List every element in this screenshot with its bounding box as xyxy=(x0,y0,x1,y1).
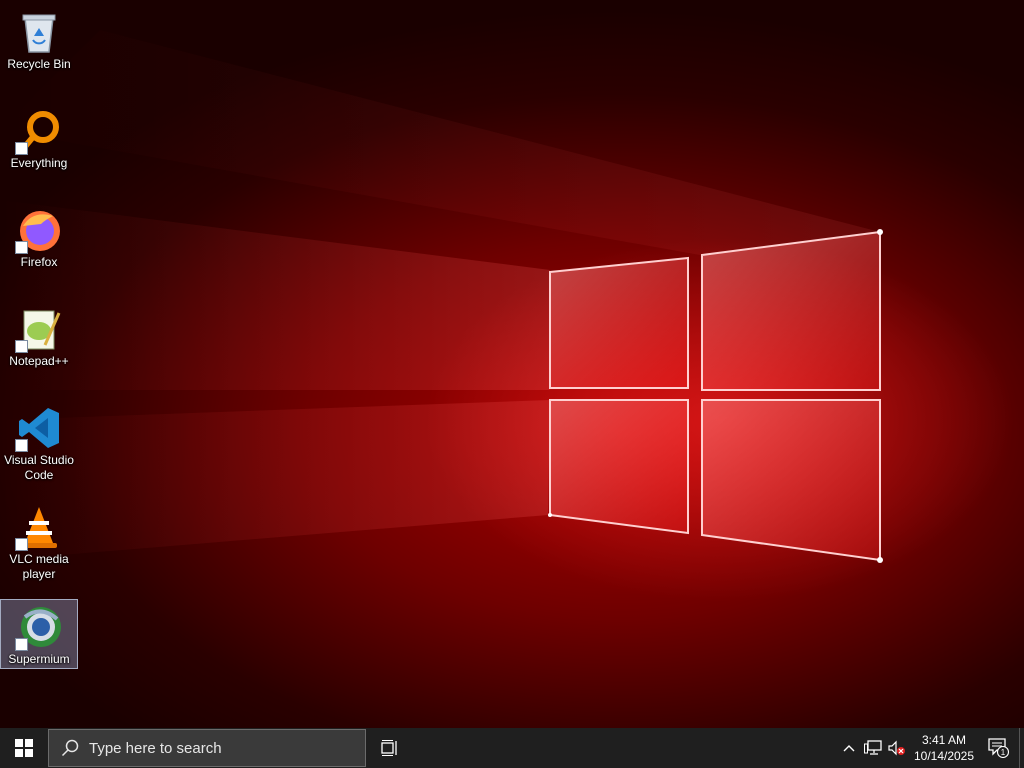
action-center-button[interactable]: 1 xyxy=(979,728,1019,768)
windows-logo-icon xyxy=(15,739,33,757)
desktop-icon-label: Visual Studio Code xyxy=(4,453,74,482)
clock-date: 10/14/2025 xyxy=(913,749,975,763)
show-hidden-icons-button[interactable] xyxy=(837,728,861,768)
desktop-icon-notepad-plus-plus[interactable]: Notepad++ xyxy=(0,301,78,371)
clock-time: 3:41 AM xyxy=(921,733,967,747)
shortcut-arrow-icon xyxy=(15,340,28,353)
show-desktop-button[interactable] xyxy=(1019,728,1024,768)
taskbar-search-box[interactable]: Type here to search xyxy=(48,729,366,767)
desktop-icon-label: Notepad++ xyxy=(9,354,69,368)
desktop-icon-vscode[interactable]: Visual Studio Code xyxy=(0,400,78,482)
volume-muted-icon xyxy=(888,740,905,756)
chevron-up-icon xyxy=(843,745,855,752)
desktop-icon-vlc[interactable]: VLC media player xyxy=(0,499,78,581)
shortcut-arrow-icon xyxy=(15,538,28,551)
shortcut-arrow-icon xyxy=(15,439,28,452)
task-view-button[interactable] xyxy=(366,728,414,768)
notification-icon: 1 xyxy=(988,738,1010,758)
network-status-button[interactable] xyxy=(861,728,885,768)
desktop-icon-label: VLC media player xyxy=(9,552,69,581)
taskbar-clock[interactable]: 3:41 AM 10/14/2025 xyxy=(909,728,979,768)
start-button[interactable] xyxy=(0,728,48,768)
search-placeholder: Type here to search xyxy=(89,739,222,757)
desktop-icon-label: Recycle Bin xyxy=(7,57,71,71)
system-tray: 3:41 AM 10/14/2025 1 xyxy=(837,728,1024,768)
desktop-icon-firefox[interactable]: Firefox xyxy=(0,202,78,272)
desktop-icon-everything[interactable]: Everything xyxy=(0,103,78,173)
desktop-icon-label: Firefox xyxy=(20,255,58,269)
desktop-icon-label: Everything xyxy=(10,156,68,170)
notification-count-badge: 1 xyxy=(1001,748,1006,757)
task-view-icon xyxy=(381,740,397,756)
desktop[interactable]: Recycle Bin Everything Firefox Notepad++… xyxy=(0,0,1024,728)
shortcut-arrow-icon xyxy=(15,142,28,155)
desktop-icon-label: Supermium xyxy=(8,652,70,666)
windows-logo-wallpaper xyxy=(0,30,883,563)
shortcut-arrow-icon xyxy=(15,241,28,254)
volume-button[interactable] xyxy=(885,728,909,768)
taskbar: Type here to search 3:41 AM 10/14/2025 1 xyxy=(0,728,1024,768)
search-icon xyxy=(61,739,79,757)
recycle-bin-icon xyxy=(22,14,56,53)
desktop-icon-recycle-bin[interactable]: Recycle Bin xyxy=(0,4,78,74)
desktop-icon-supermium[interactable]: Supermium xyxy=(0,599,78,669)
shortcut-arrow-icon xyxy=(15,638,28,651)
network-icon xyxy=(864,740,882,755)
